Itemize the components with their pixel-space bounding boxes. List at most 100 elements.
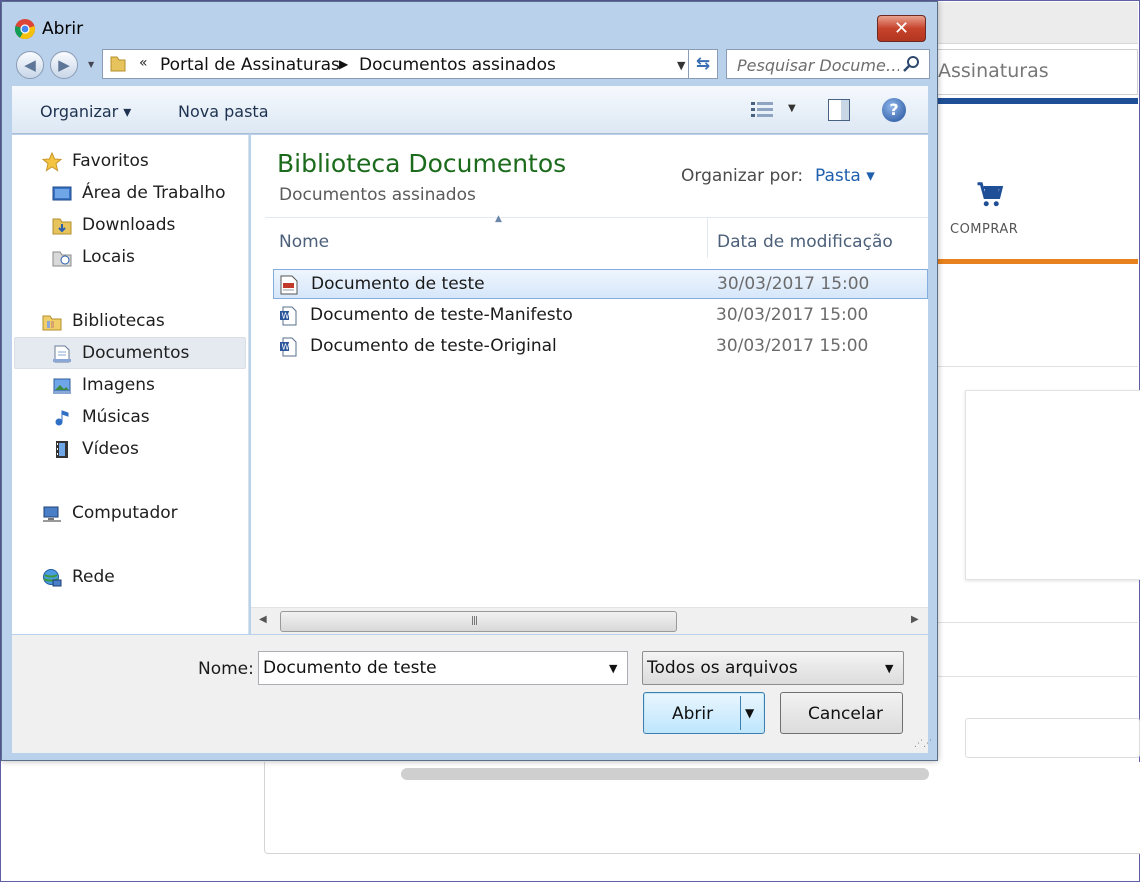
refresh-icon: ⇆ — [695, 54, 711, 74]
star-icon — [42, 152, 62, 172]
chevron-down-icon[interactable]: ▼ — [609, 662, 617, 675]
folder-icon — [110, 56, 126, 72]
help-icon[interactable]: ? — [882, 98, 906, 122]
sidebar-item-label: Músicas — [82, 407, 150, 427]
cancel-button-label: Cancelar — [808, 704, 883, 724]
scroll-right-icon[interactable]: ▶ — [911, 614, 919, 625]
close-button[interactable]: ✕ — [877, 15, 926, 42]
open-options-dropdown[interactable]: ▼ — [745, 706, 754, 720]
sidebar-item-label: Downloads — [82, 215, 176, 235]
breadcrumb-separator[interactable]: ▶ — [339, 57, 348, 71]
library-title: Biblioteca Documentos — [277, 149, 567, 178]
file-name: Documento de teste — [311, 274, 485, 294]
libraries-icon — [42, 315, 62, 331]
search-icon[interactable] — [901, 54, 921, 74]
column-resize-handle[interactable] — [707, 218, 708, 258]
grip-icon: ||| — [471, 616, 478, 626]
recent-locations-dropdown[interactable]: ▼ — [88, 60, 94, 69]
file-name-label: Nome: — [198, 659, 254, 679]
preview-pane-icon[interactable] — [828, 99, 850, 121]
file-name: Documento de teste-Original — [310, 336, 557, 356]
organize-menu[interactable]: Organizar ▾ — [40, 102, 131, 121]
column-header-row: ▲ Nome Data de modificação — [265, 214, 928, 258]
file-name-field[interactable]: Documento de teste ▼ — [258, 651, 628, 685]
open-button[interactable]: Abrir ▼ — [643, 692, 765, 734]
network-icon — [43, 569, 62, 587]
page-input[interactable] — [965, 718, 1140, 758]
browser-tab-strip — [930, 2, 1138, 44]
forward-button[interactable]: ▶ — [50, 51, 78, 79]
refresh-button[interactable]: ⇆ — [688, 49, 718, 79]
file-date: 30/03/2017 15:00 — [716, 336, 869, 356]
navigation-pane: Favoritos Área de Trabalho Downloads Loc… — [12, 135, 249, 634]
svg-text:W: W — [282, 312, 290, 321]
desktop-icon — [52, 186, 72, 201]
divider — [930, 366, 1138, 367]
file-row[interactable]: Documento de teste 30/03/2017 15:00 — [273, 269, 928, 299]
divider — [930, 676, 1138, 677]
word-document-icon: W — [280, 337, 297, 357]
chrome-icon — [15, 19, 35, 40]
search-placeholder: Pesquisar Docume… — [737, 56, 899, 75]
sidebar-item-label: Área de Trabalho — [82, 183, 226, 203]
sort-ascending-icon: ▲ — [495, 214, 502, 224]
comprar-link[interactable]: COMPRAR — [950, 222, 1018, 237]
address-bar[interactable]: « Portal de Assinaturas ▶ Documentos ass… — [102, 49, 696, 79]
arrow-right-icon: ▶ — [58, 56, 70, 74]
split-divider — [740, 696, 741, 730]
divider — [930, 622, 1138, 623]
sidebar-item-label: Rede — [72, 567, 115, 587]
file-list-pane: Biblioteca Documentos Documentos assinad… — [251, 135, 928, 634]
file-row[interactable]: W Documento de teste-Original 30/03/2017… — [273, 332, 928, 362]
content-card — [965, 390, 1140, 580]
recent-places-icon — [52, 251, 72, 267]
downloads-folder-icon — [52, 218, 72, 235]
back-button[interactable]: ◀ — [16, 51, 44, 79]
file-type-select[interactable]: Todos os arquivos ▼ — [642, 651, 904, 685]
svg-text:W: W — [282, 343, 290, 352]
sidebar-item-label: Computador — [72, 503, 178, 523]
file-name: Documento de teste-Manifesto — [310, 305, 573, 325]
file-row[interactable]: W Documento de teste-Manifesto 30/03/201… — [273, 301, 928, 331]
breadcrumb-documentos-assinados[interactable]: Documentos assinados — [359, 55, 556, 75]
videos-library-icon — [56, 441, 68, 458]
file-name-value: Documento de teste — [263, 658, 437, 678]
address-history-dropdown[interactable]: ▼ — [677, 59, 685, 72]
dialog-titlebar[interactable]: Abrir ✕ — [2, 2, 937, 44]
shopping-cart-icon[interactable] — [975, 180, 1005, 210]
close-icon: ✕ — [893, 18, 910, 39]
sidebar-item-label: Favoritos — [72, 151, 149, 171]
column-header-date[interactable]: Data de modificação — [717, 232, 893, 252]
breadcrumb-portal-de-assinaturas[interactable]: Portal de Assinaturas — [160, 55, 340, 75]
music-library-icon — [55, 410, 69, 426]
scrollbar-thumb[interactable]: ||| — [280, 611, 677, 632]
search-input[interactable]: Pesquisar Docume… — [726, 49, 930, 79]
computer-icon — [43, 506, 61, 522]
file-date: 30/03/2017 15:00 — [716, 305, 869, 325]
documents-library-icon — [53, 345, 71, 363]
open-file-dialog: Abrir ✕ ◀ ▶ ▼ « Portal de Assinaturas ▶ … — [1, 1, 938, 761]
sidebar-item-label: Documentos — [82, 343, 190, 363]
cancel-button[interactable]: Cancelar — [780, 692, 903, 734]
dialog-toolbar: Organizar ▾ Nova pasta ▼ ? — [12, 86, 928, 134]
page-scrollbar[interactable] — [401, 768, 929, 780]
breadcrumb-overflow[interactable]: « — [139, 55, 148, 71]
view-options-icon[interactable] — [750, 100, 774, 120]
view-options-dropdown[interactable]: ▼ — [788, 103, 796, 114]
pictures-library-icon — [53, 378, 71, 394]
dialog-footer: Nome: Documento de teste ▼ Todos os arqu… — [12, 635, 932, 753]
horizontal-scrollbar[interactable]: ◀ ||| ▶ — [251, 607, 928, 634]
signed-document-icon — [280, 275, 298, 295]
file-type-value: Todos os arquivos — [647, 658, 798, 678]
navigation-row: ◀ ▶ ▼ « Portal de Assinaturas ▶ Document… — [12, 47, 930, 81]
column-header-name[interactable]: Nome — [279, 232, 329, 252]
resize-grip-icon[interactable]: ⋰⋰ — [914, 739, 932, 749]
sidebar-item-label: Bibliotecas — [72, 311, 165, 331]
arrange-by-dropdown[interactable]: Pasta ▾ — [815, 166, 875, 186]
open-button-label: Abrir — [672, 704, 714, 724]
dialog-title: Abrir — [42, 19, 84, 39]
new-folder-button[interactable]: Nova pasta — [178, 102, 269, 121]
chevron-down-icon: ▼ — [885, 662, 894, 675]
browser-address-text: Assinaturas — [938, 60, 1049, 82]
scroll-left-icon[interactable]: ◀ — [259, 614, 267, 625]
